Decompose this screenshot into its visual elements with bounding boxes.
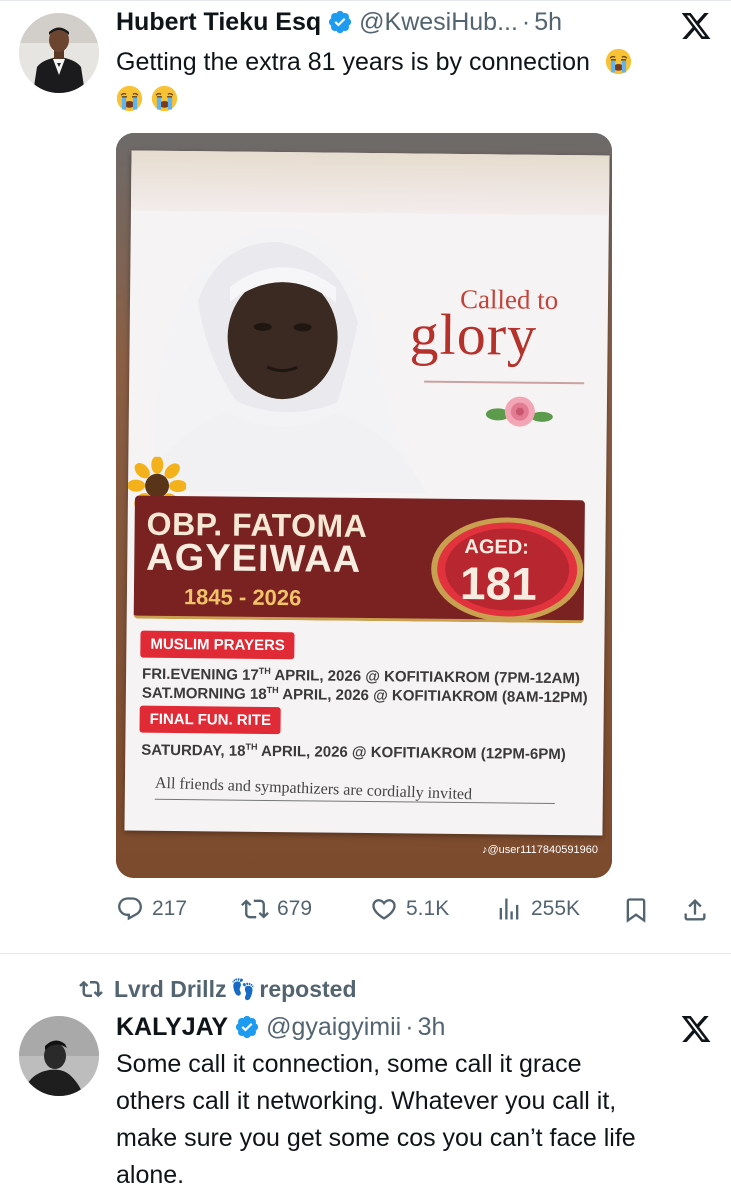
author-name[interactable]: Hubert Tieku Esq xyxy=(116,8,321,37)
views-button[interactable]: 255K xyxy=(495,893,580,925)
bookmark-icon xyxy=(626,898,646,923)
life-years: 1845 - 2026 xyxy=(183,584,302,611)
tiktok-watermark: ♪@user1117840591960 xyxy=(482,844,598,856)
like-count: 5.1K xyxy=(406,897,450,920)
post-text-line: others call it networking. Whatever you … xyxy=(116,1087,617,1115)
post-header: KALYJAY @gyaigyimii · 3h xyxy=(116,1010,445,1044)
post-text-line: make sure you get some cos you can’t fac… xyxy=(116,1124,636,1152)
reply-button[interactable]: 217 xyxy=(116,893,187,925)
verified-badge-icon xyxy=(236,1015,259,1039)
post-time[interactable]: 3h xyxy=(418,1013,446,1042)
share-button[interactable] xyxy=(681,895,711,925)
footprints-emoji: 👣 xyxy=(230,978,256,1001)
repost-banner[interactable]: Lvrd Drillz 👣 reposted xyxy=(78,974,357,1004)
funeral-poster: Called to glory OBP. FATOMA AGYEIWAA 184… xyxy=(124,150,610,836)
crying-face-emoji-icon xyxy=(151,85,178,112)
glory-divider xyxy=(424,380,585,385)
crying-face-emoji-icon xyxy=(116,85,143,112)
repost-count: 679 xyxy=(277,897,313,920)
repost-icon xyxy=(241,899,269,919)
reposted-label: reposted xyxy=(259,975,357,1002)
verified-badge-icon xyxy=(329,10,352,34)
avatar[interactable] xyxy=(19,1016,99,1096)
rose-icon xyxy=(485,396,553,427)
glory-text: glory xyxy=(409,301,538,368)
bookmark-button[interactable] xyxy=(622,895,652,925)
post-text-body: Getting the extra 81 years is by connect… xyxy=(116,48,590,76)
x-logo-icon xyxy=(681,13,711,39)
deceased-name-line2: AGYEIWAA xyxy=(146,536,362,581)
top-divider xyxy=(0,0,731,1)
post-text: Getting the extra 81 years is by connect… xyxy=(116,44,716,118)
final-rite-pill: FINAL FUN. RITE xyxy=(139,705,282,735)
aged-value: 181 xyxy=(459,556,538,610)
like-button[interactable]: 5.1K xyxy=(370,893,449,925)
post-header: Hubert Tieku Esq @KwesiHub... · 5h xyxy=(116,5,562,39)
schedule-line-sat: SAT.MORNING 18TH APRIL, 2026 @ KOFITIAKR… xyxy=(141,684,588,707)
reply-icon xyxy=(118,897,142,921)
post-time[interactable]: 5h xyxy=(534,8,562,37)
avatar[interactable] xyxy=(19,13,99,93)
repost-button[interactable]: 679 xyxy=(241,893,312,925)
muslim-prayers-pill: MUSLIM PRAYERS xyxy=(140,630,296,660)
portrait-photo xyxy=(136,227,426,494)
separator: · xyxy=(405,1012,414,1041)
author-name[interactable]: KALYJAY xyxy=(116,1013,228,1042)
views-chart-icon xyxy=(499,898,519,920)
x-logo-icon xyxy=(681,1016,711,1042)
share-icon xyxy=(684,899,706,921)
post-divider xyxy=(0,953,731,954)
reposter-name[interactable]: Lvrd Drillz xyxy=(114,976,226,1003)
post-media-image[interactable]: Called to glory OBP. FATOMA AGYEIWAA 184… xyxy=(116,133,612,878)
post-text: Some call it connection, some call it gr… xyxy=(116,1046,716,1194)
schedule-line-saturday: SATURDAY, 18TH APRIL, 2026 @ KOFITIAKROM… xyxy=(141,741,566,764)
author-handle[interactable]: @gyaigyimii xyxy=(266,1013,401,1042)
post-text-line: alone. xyxy=(116,1161,185,1189)
post-text-line: Some call it connection, some call it gr… xyxy=(116,1050,582,1078)
separator: · xyxy=(521,7,531,36)
heart-icon xyxy=(372,899,396,920)
author-handle[interactable]: @KwesiHub... xyxy=(359,8,518,37)
reply-count: 217 xyxy=(152,897,188,920)
repost-icon xyxy=(79,980,103,998)
crying-face-emoji-icon xyxy=(605,48,632,75)
views-count: 255K xyxy=(531,897,581,920)
